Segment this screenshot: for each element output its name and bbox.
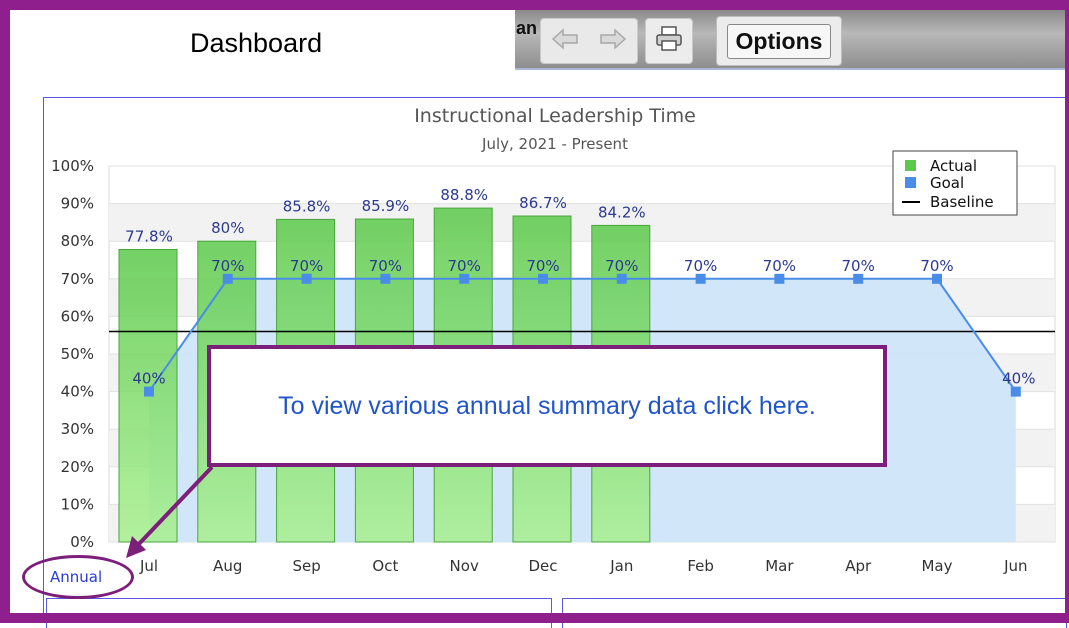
goal-point <box>144 386 154 397</box>
bottom-panel-left <box>46 598 552 628</box>
x-tick-label: Jun <box>1003 557 1027 575</box>
goal-data-label: 70% <box>369 257 402 275</box>
goal-data-label: 70% <box>290 257 323 275</box>
y-tick-label: 30% <box>61 420 94 438</box>
x-tick-label: Jan <box>609 557 633 575</box>
bottom-panel-right <box>562 598 1067 628</box>
chart-title: Instructional Leadership Time <box>414 105 696 127</box>
x-tick-label: Nov <box>450 557 479 575</box>
y-tick-label: 90% <box>61 195 94 213</box>
goal-data-label: 70% <box>448 257 481 275</box>
y-tick-label: 10% <box>61 495 94 513</box>
annual-summary-callout: To view various annual summary data clic… <box>207 345 887 467</box>
x-tick-label: Sep <box>292 557 320 575</box>
legend-goal-label: Goal <box>930 174 964 192</box>
goal-data-label: 70% <box>605 257 638 275</box>
y-tick-label: 50% <box>61 345 94 363</box>
goal-point <box>932 273 942 284</box>
x-tick-label: Apr <box>845 557 872 575</box>
y-tick-label: 0% <box>70 533 94 551</box>
goal-point <box>774 273 785 284</box>
actual-data-label: 84.2% <box>598 203 646 221</box>
x-tick-label: Feb <box>687 557 714 575</box>
actual-data-label: 88.8% <box>440 186 488 204</box>
goal-point <box>1010 386 1021 397</box>
goal-data-label: 70% <box>763 257 796 275</box>
legend-baseline-label: Baseline <box>930 193 994 211</box>
legend-actual-swatch <box>905 160 916 171</box>
y-tick-label: 100% <box>51 157 94 175</box>
goal-data-label: 70% <box>526 257 559 275</box>
x-tick-label: Jul <box>139 557 158 575</box>
actual-data-label: 85.8% <box>283 197 331 215</box>
x-tick-label: Mar <box>765 557 794 575</box>
actual-data-label: 86.7% <box>519 194 567 212</box>
leadership-time-chart: Instructional Leadership Time July, 2021… <box>51 105 1056 575</box>
goal-point <box>301 273 312 284</box>
y-tick-label: 60% <box>61 307 94 325</box>
annual-link[interactable]: Annual <box>50 568 102 586</box>
y-tick-label: 70% <box>61 270 94 288</box>
actual-data-label: 85.9% <box>362 197 410 215</box>
y-tick-label: 20% <box>61 458 94 476</box>
goal-point <box>853 273 864 284</box>
goal-data-label: 40% <box>132 370 165 388</box>
goal-point <box>616 273 627 284</box>
goal-point <box>380 273 391 284</box>
y-tick-label: 80% <box>61 232 94 250</box>
goal-data-label: 70% <box>211 257 244 275</box>
y-tick-label: 40% <box>61 383 94 401</box>
goal-data-label: 40% <box>1002 370 1035 388</box>
goal-point <box>459 273 470 284</box>
chart-subtitle: July, 2021 - Present <box>481 135 628 153</box>
legend-actual-label: Actual <box>930 157 977 175</box>
x-tick-label: Oct <box>372 557 398 575</box>
goal-point <box>222 273 233 284</box>
x-tick-label: Dec <box>528 557 557 575</box>
goal-data-label: 70% <box>920 257 953 275</box>
goal-point <box>538 273 548 284</box>
goal-point <box>695 273 706 284</box>
chart-legend: Actual Goal Baseline <box>892 150 1018 216</box>
legend-goal-swatch <box>905 177 916 188</box>
actual-data-label: 77.8% <box>125 227 173 245</box>
actual-data-label: 80% <box>211 219 244 237</box>
goal-data-label: 70% <box>684 257 717 275</box>
x-tick-label: May <box>921 557 952 575</box>
goal-data-label: 70% <box>842 257 875 275</box>
x-tick-label: Aug <box>213 557 242 575</box>
